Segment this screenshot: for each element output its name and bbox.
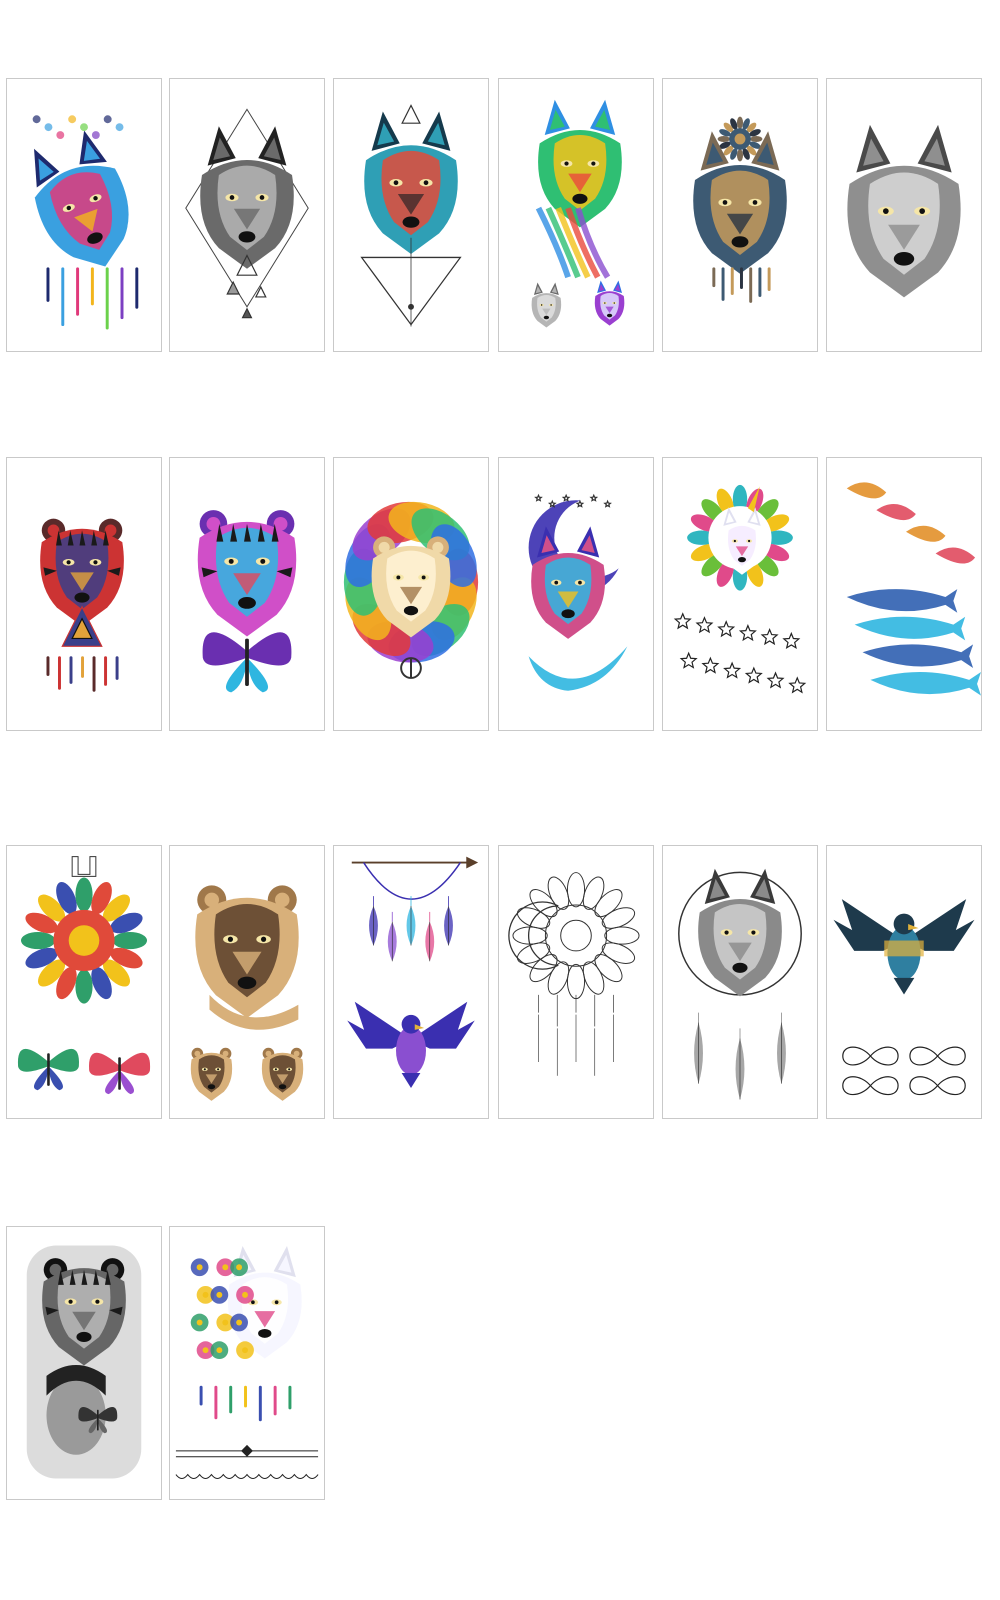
feather bbox=[694, 1012, 703, 1084]
moon-dreamcatcher-illustration bbox=[508, 872, 640, 1076]
wolf-head bbox=[594, 280, 625, 326]
feather bbox=[735, 1028, 745, 1100]
mandala bbox=[717, 116, 763, 162]
tiger-and-woman-illustration bbox=[26, 1245, 142, 1479]
feather bbox=[406, 896, 416, 946]
lion-head bbox=[261, 1047, 304, 1101]
wolf-illustration bbox=[185, 108, 309, 319]
wolf-illustration bbox=[847, 124, 961, 298]
wolf-head bbox=[200, 126, 294, 269]
lion-head bbox=[190, 1047, 233, 1101]
infinity-symbol bbox=[909, 1046, 966, 1066]
wolf-dreamcatcher-illustration bbox=[678, 868, 802, 1100]
howling-wolf-illustration bbox=[32, 115, 139, 330]
tiger-head bbox=[197, 510, 297, 637]
sticker-card-lioness bbox=[169, 845, 325, 1119]
mandala bbox=[512, 872, 640, 1000]
wolf-head bbox=[847, 124, 961, 298]
feather bbox=[571, 1004, 581, 1062]
paint-drips bbox=[46, 656, 119, 692]
wolf-head bbox=[531, 282, 562, 328]
wolf-head bbox=[34, 130, 129, 267]
sticker-card-foxes-and-whales bbox=[826, 457, 982, 731]
hamsa-mandala-illustration bbox=[17, 856, 151, 1095]
feather bbox=[425, 911, 435, 962]
sticker-card-wolf-and-moon bbox=[498, 457, 654, 731]
wolf-and-moon-illustration bbox=[528, 493, 634, 691]
feather bbox=[609, 1004, 618, 1062]
paint-drips bbox=[46, 267, 139, 330]
feather bbox=[777, 1012, 786, 1084]
sticker-card-howling-wolf bbox=[6, 78, 162, 352]
sticker-card-tiger bbox=[6, 457, 162, 731]
sticker-card-lion bbox=[333, 457, 489, 731]
sticker-card-dreamcatcher-eagle bbox=[333, 845, 489, 1119]
lioness-illustration bbox=[190, 885, 304, 1101]
mandala bbox=[20, 877, 148, 1004]
sticker-card-tiger bbox=[169, 457, 325, 731]
sticker-card-tiger-and-woman bbox=[6, 1226, 162, 1500]
sticker-card-wolf bbox=[169, 78, 325, 352]
sticker-card-moon-dreamcatcher bbox=[498, 845, 654, 1119]
paint-drips bbox=[712, 267, 771, 303]
dreamcatcher-eagle-illustration bbox=[347, 856, 479, 1089]
feather bbox=[590, 1018, 600, 1076]
wolf-head bbox=[698, 868, 782, 997]
feather bbox=[534, 1004, 543, 1062]
lace-border bbox=[175, 1473, 319, 1479]
sticker-card-hamsa-mandala bbox=[6, 845, 162, 1119]
paint-drips bbox=[199, 1385, 292, 1422]
sticker-card-wolf bbox=[826, 78, 982, 352]
feather bbox=[369, 896, 378, 946]
butterfly bbox=[202, 632, 292, 693]
butterfly bbox=[17, 1048, 80, 1091]
infinity-symbol bbox=[909, 1076, 966, 1096]
lion-illustration bbox=[343, 501, 479, 679]
tiger-illustration bbox=[197, 510, 297, 693]
eagle-illustration bbox=[833, 899, 975, 1096]
feather bbox=[552, 1018, 562, 1076]
sticker-card-wolf-dreamcatcher bbox=[662, 845, 818, 1119]
sticker-card-unicorn bbox=[662, 457, 818, 731]
wolf-illustration bbox=[693, 116, 787, 303]
unicorn-illustration bbox=[673, 484, 807, 694]
infinity-symbol bbox=[842, 1076, 899, 1096]
butterfly bbox=[88, 1052, 151, 1095]
wolf-illustration bbox=[531, 99, 625, 328]
sticker-card-wolf bbox=[662, 78, 818, 352]
wolf-illustration bbox=[360, 104, 462, 327]
sticker-card-wolf bbox=[333, 78, 489, 352]
sticker-card-wolf-with-flowers bbox=[169, 1226, 325, 1500]
foxes-and-whales-illustration bbox=[846, 482, 981, 696]
feather bbox=[444, 896, 453, 946]
feather bbox=[387, 911, 397, 962]
wolf-with-flowers-illustration bbox=[175, 1246, 319, 1479]
infinity-symbol bbox=[842, 1046, 899, 1066]
eagle bbox=[347, 1001, 475, 1089]
sticker-card-wolf bbox=[498, 78, 654, 352]
tiger-illustration bbox=[40, 518, 124, 692]
sticker-card-eagle bbox=[826, 845, 982, 1119]
wolf-head bbox=[364, 111, 458, 254]
